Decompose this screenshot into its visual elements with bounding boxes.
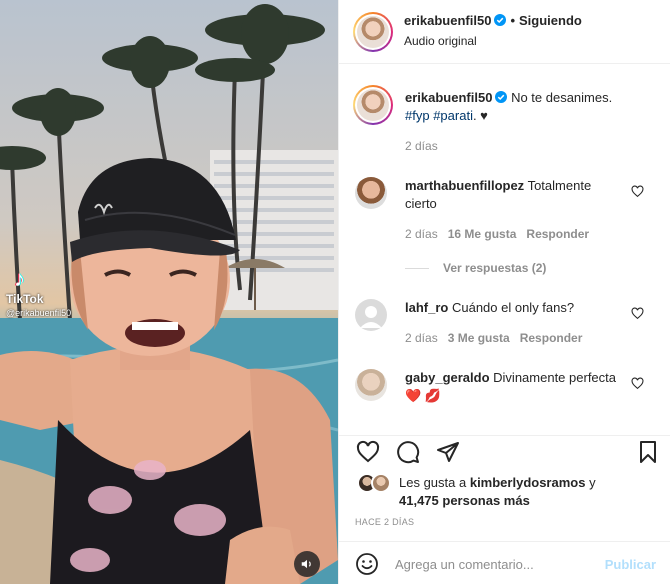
commenter-avatar[interactable] xyxy=(355,299,387,331)
caption-username[interactable]: erikabuenfil50 xyxy=(405,90,492,105)
view-replies-button[interactable]: Ver respuestas (2) xyxy=(405,261,546,275)
post-actions: Les gusta a kimberlydosramos y 41,475 pe… xyxy=(339,435,670,541)
separator-dot: • xyxy=(510,13,515,28)
comment-text: marthabuenfillopez Totalmente cierto xyxy=(405,177,626,213)
liked-by-username[interactable]: kimberlydosramos xyxy=(470,475,586,490)
tiktok-watermark: ♪ TikTok @erikabuenfil50 xyxy=(6,266,72,319)
comment-text: lahf_ro Cuándo el only fans? xyxy=(405,299,626,317)
audio-toggle-button[interactable] xyxy=(294,551,320,577)
save-bookmark-icon[interactable] xyxy=(636,440,660,464)
comment-meta: 2 días 3 Me gusta Responder xyxy=(405,331,582,345)
caption-text: erikabuenfil50 No te desanimes. #fyp #pa… xyxy=(405,89,626,125)
like-comment-heart-icon[interactable] xyxy=(631,307,644,320)
hashtag-parati[interactable]: #parati xyxy=(433,108,473,123)
post-timestamp[interactable]: HACE 2 DÍAS xyxy=(355,517,414,527)
audio-original-link[interactable]: Audio original xyxy=(404,34,477,48)
emoji-smiley-icon[interactable] xyxy=(355,552,379,576)
share-paper-plane-icon[interactable] xyxy=(436,440,460,464)
header-user-line: erikabuenfil50 • Siguiendo xyxy=(404,13,582,28)
verified-badge-icon xyxy=(495,91,508,103)
comment-emoji: ❤️ 💋 xyxy=(405,388,441,403)
likes-prefix: Les gusta a xyxy=(399,475,467,490)
tiktok-watermark-name: TikTok xyxy=(6,292,44,306)
commenter-avatar[interactable] xyxy=(355,369,387,401)
comment-likes[interactable]: 3 Me gusta xyxy=(448,331,510,345)
comment-username[interactable]: gaby_geraldo xyxy=(405,370,490,385)
comment-text: gaby_geraldo Divinamente perfecta ❤️ 💋 xyxy=(405,369,626,405)
like-comment-heart-icon[interactable] xyxy=(631,185,644,198)
add-comment-bar: Publicar xyxy=(339,541,670,584)
likes-summary: Les gusta a kimberlydosramos y 41,475 pe… xyxy=(399,474,596,510)
comment-input[interactable] xyxy=(395,553,595,575)
likes-joiner: y xyxy=(589,475,596,490)
caption-body: No te desanimes. xyxy=(511,90,613,105)
commenter-avatar[interactable] xyxy=(355,177,387,209)
comments-list: erikabuenfil50 No te desanimes. #fyp #pa… xyxy=(339,65,670,435)
following-button[interactable]: Siguiendo xyxy=(519,13,582,28)
tiktok-watermark-handle: @erikabuenfil50 xyxy=(6,308,72,318)
post-video[interactable]: ♪ TikTok @erikabuenfil50 xyxy=(0,0,338,584)
author-avatar[interactable] xyxy=(353,12,393,52)
verified-badge-icon xyxy=(494,14,507,26)
comment-body: Cuándo el only fans? xyxy=(451,300,575,315)
comment-time[interactable]: 2 días xyxy=(405,331,438,345)
post-header: erikabuenfil50 • Siguiendo Audio original xyxy=(339,0,670,64)
author-username[interactable]: erikabuenfil50 xyxy=(404,13,491,28)
caption-author-avatar[interactable] xyxy=(353,85,393,125)
liked-by-avatars[interactable] xyxy=(357,473,397,493)
like-heart-icon[interactable] xyxy=(356,440,380,464)
caption-tail: . ♥ xyxy=(472,108,488,123)
tiktok-logo-icon: ♪ xyxy=(14,266,25,291)
comment-meta: 2 días 16 Me gusta Responder xyxy=(405,227,589,241)
comment-username[interactable]: marthabuenfillopez xyxy=(405,178,524,193)
reply-button[interactable]: Responder xyxy=(520,331,583,345)
speaker-icon xyxy=(301,559,311,569)
post-side-panel: erikabuenfil50 • Siguiendo Audio original … xyxy=(338,0,670,584)
comment-time[interactable]: 2 días xyxy=(405,227,438,241)
comment-bubble-icon[interactable] xyxy=(396,440,420,464)
like-comment-heart-icon[interactable] xyxy=(631,377,644,390)
reply-button[interactable]: Responder xyxy=(526,227,589,241)
default-avatar-icon xyxy=(360,306,382,328)
likes-count[interactable]: 41,475 personas más xyxy=(399,493,530,508)
comment-body: Divinamente perfecta xyxy=(493,370,616,385)
comment-username[interactable]: lahf_ro xyxy=(405,300,448,315)
comment-likes[interactable]: 16 Me gusta xyxy=(448,227,517,241)
hashtag-fyp[interactable]: #fyp xyxy=(405,108,430,123)
caption-time[interactable]: 2 días xyxy=(405,139,438,153)
view-replies-label: Ver respuestas (2) xyxy=(443,261,547,275)
publish-button[interactable]: Publicar xyxy=(605,557,656,572)
